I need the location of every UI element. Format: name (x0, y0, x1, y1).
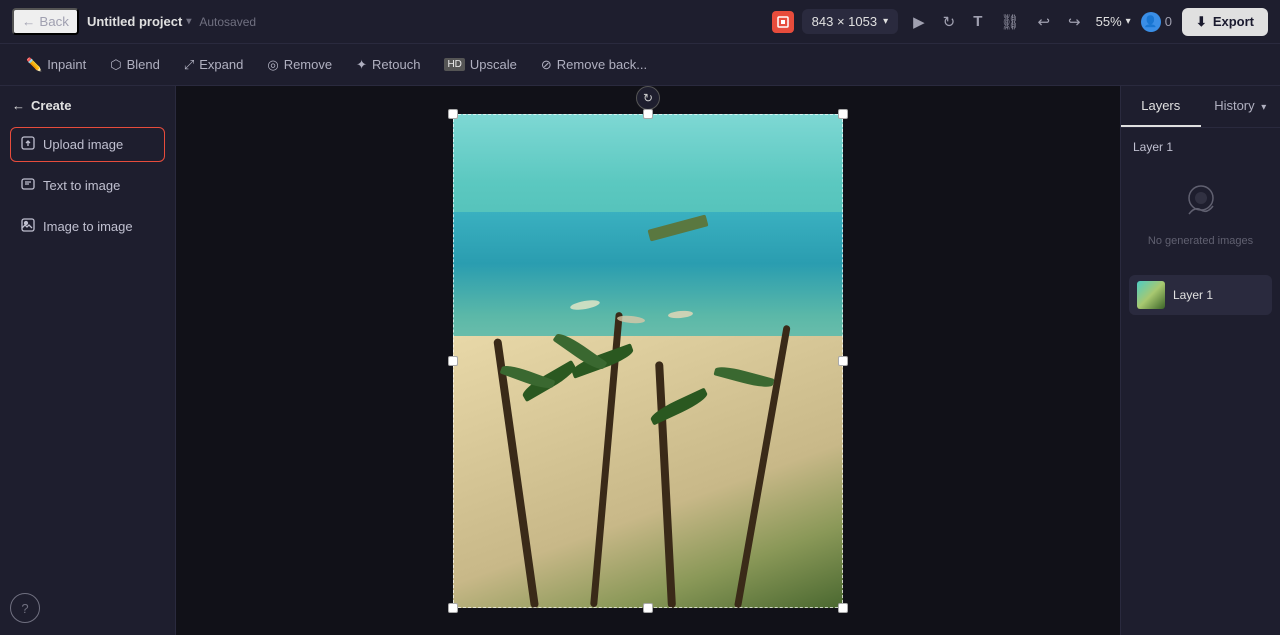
text-button[interactable]: T (966, 8, 989, 35)
collab-button[interactable]: 👤 0 (1141, 12, 1172, 32)
image-to-image-icon (21, 218, 35, 235)
blend-button[interactable]: ⬡ Blend (100, 52, 170, 78)
canvas-size-button[interactable]: 843 × 1053 ▾ (802, 9, 898, 34)
canvas-size-label: 843 × 1053 (812, 14, 877, 29)
toolbar-icons: ▶ ↻ T ⛓ ↩ ↪ (906, 8, 1088, 36)
back-arrow-icon: ← (22, 14, 35, 29)
remove-icon: ◎ (267, 57, 278, 73)
zoom-button[interactable]: 55% ▾ (1096, 14, 1131, 29)
layer-item-1[interactable]: Layer 1 (1129, 275, 1272, 315)
chevron-down-icon: ▾ (186, 16, 191, 27)
canvas-area[interactable]: ↻ (176, 86, 1120, 635)
blend-label: Blend (127, 57, 160, 72)
retouch-label: Retouch (372, 57, 420, 72)
inpaint-button[interactable]: ✏️ Inpaint (16, 52, 96, 78)
rotate-button[interactable]: ↻ (936, 8, 963, 36)
handle-top-right[interactable] (838, 109, 848, 119)
sidebar-bottom: ? (10, 593, 165, 623)
upscale-icon: HD (444, 58, 464, 71)
main-area: ← Create Upload image Text to image Imag… (0, 86, 1280, 635)
sidebar-header: ← Create (10, 98, 165, 113)
canvas-image[interactable] (453, 114, 843, 608)
project-name[interactable]: Untitled project ▾ (87, 14, 191, 29)
expand-icon: ⤢ (184, 57, 194, 73)
upscale-label: Upscale (470, 57, 517, 72)
remove-bg-button[interactable]: ⊘ Remove back... (531, 52, 657, 78)
redo-button[interactable]: ↪ (1061, 8, 1088, 36)
collab-icon: 👤 (1141, 12, 1161, 32)
back-label: Back (39, 14, 69, 29)
undo-button[interactable]: ↩ (1030, 8, 1057, 36)
inpaint-label: Inpaint (47, 57, 86, 72)
inpaint-icon: ✏️ (26, 57, 42, 73)
handle-bottom-right[interactable] (838, 603, 848, 613)
link-button[interactable]: ⛓ (993, 8, 1026, 36)
tab-history[interactable]: History ▾ (1201, 86, 1280, 127)
layers-content: Layer 1 No generated images Layer 1 (1121, 128, 1280, 635)
sidebar-item-image-to-image[interactable]: Image to image (10, 209, 165, 244)
handle-bottom-left[interactable] (448, 603, 458, 613)
layers-tab-label: Layers (1141, 98, 1180, 113)
text-to-image-icon (21, 177, 35, 194)
remove-bg-label: Remove back... (557, 57, 647, 72)
upload-image-label: Upload image (43, 137, 123, 152)
sidebar-item-text-to-image[interactable]: Text to image (10, 168, 165, 203)
sidebar: ← Create Upload image Text to image Imag… (0, 86, 176, 635)
create-label: Create (31, 98, 71, 113)
topbar-left: ← Back Untitled project ▾ Autosaved (12, 8, 764, 35)
remove-bg-icon: ⊘ (541, 57, 552, 73)
retouch-button[interactable]: ✦ Retouch (346, 52, 430, 78)
blend-icon: ⬡ (110, 57, 121, 73)
canvas-wrapper: ↻ (453, 114, 843, 608)
back-button[interactable]: ← Back (12, 8, 79, 35)
expand-label: Expand (199, 57, 243, 72)
chevron-down-icon: ▾ (1126, 16, 1131, 27)
retouch-icon: ✦ (356, 57, 367, 73)
export-button[interactable]: ⬇ Export (1182, 8, 1268, 36)
topbar-right: 55% ▾ 👤 0 ⬇ Export (1096, 8, 1268, 36)
collab-count: 0 (1165, 14, 1172, 29)
download-icon: ⬇ (1196, 14, 1207, 30)
tab-layers[interactable]: Layers (1121, 86, 1201, 127)
handle-middle-left[interactable] (448, 356, 458, 366)
canvas-mode-icon (772, 11, 794, 33)
run-button[interactable]: ▶ (906, 8, 932, 36)
handle-bottom-center[interactable] (643, 603, 653, 613)
remove-label: Remove (284, 57, 332, 72)
layer-1-label: Layer 1 (1129, 138, 1272, 156)
history-tab-label: History (1214, 98, 1254, 113)
expand-button[interactable]: ⤢ Expand (174, 52, 254, 78)
chevron-icon: ▾ (1261, 102, 1266, 113)
handle-top-center[interactable] (643, 109, 653, 119)
right-panel-tabs: Layers History ▾ (1121, 86, 1280, 128)
chevron-down-icon: ▾ (883, 16, 888, 27)
layer-thumbnail (1137, 281, 1165, 309)
zoom-level: 55% (1096, 14, 1122, 29)
create-arrow-icon: ← (12, 98, 25, 113)
topbar: ← Back Untitled project ▾ Autosaved 843 … (0, 0, 1280, 44)
handle-middle-right[interactable] (838, 356, 848, 366)
sidebar-item-upload-image[interactable]: Upload image (10, 127, 165, 162)
no-images-area: No generated images (1129, 164, 1272, 267)
upscale-button[interactable]: HD Upscale (434, 52, 526, 77)
help-button[interactable]: ? (10, 593, 40, 623)
topbar-center: 843 × 1053 ▾ ▶ ↻ T ⛓ ↩ ↪ (772, 8, 1088, 36)
remove-button[interactable]: ◎ Remove (257, 52, 342, 78)
no-images-text: No generated images (1148, 235, 1253, 247)
toolstrip: ✏️ Inpaint ⬡ Blend ⤢ Expand ◎ Remove ✦ R… (0, 44, 1280, 86)
image-to-image-label: Image to image (43, 219, 133, 234)
rotate-handle[interactable]: ↻ (636, 86, 660, 110)
upload-icon (21, 136, 35, 153)
handle-top-left[interactable] (448, 109, 458, 119)
right-panel: Layers History ▾ Layer 1 No generated im… (1120, 86, 1280, 635)
autosaved-status: Autosaved (199, 15, 256, 29)
layer-item-name: Layer 1 (1173, 288, 1213, 302)
text-to-image-label: Text to image (43, 178, 120, 193)
no-images-icon (1181, 184, 1221, 227)
export-label: Export (1213, 14, 1254, 29)
